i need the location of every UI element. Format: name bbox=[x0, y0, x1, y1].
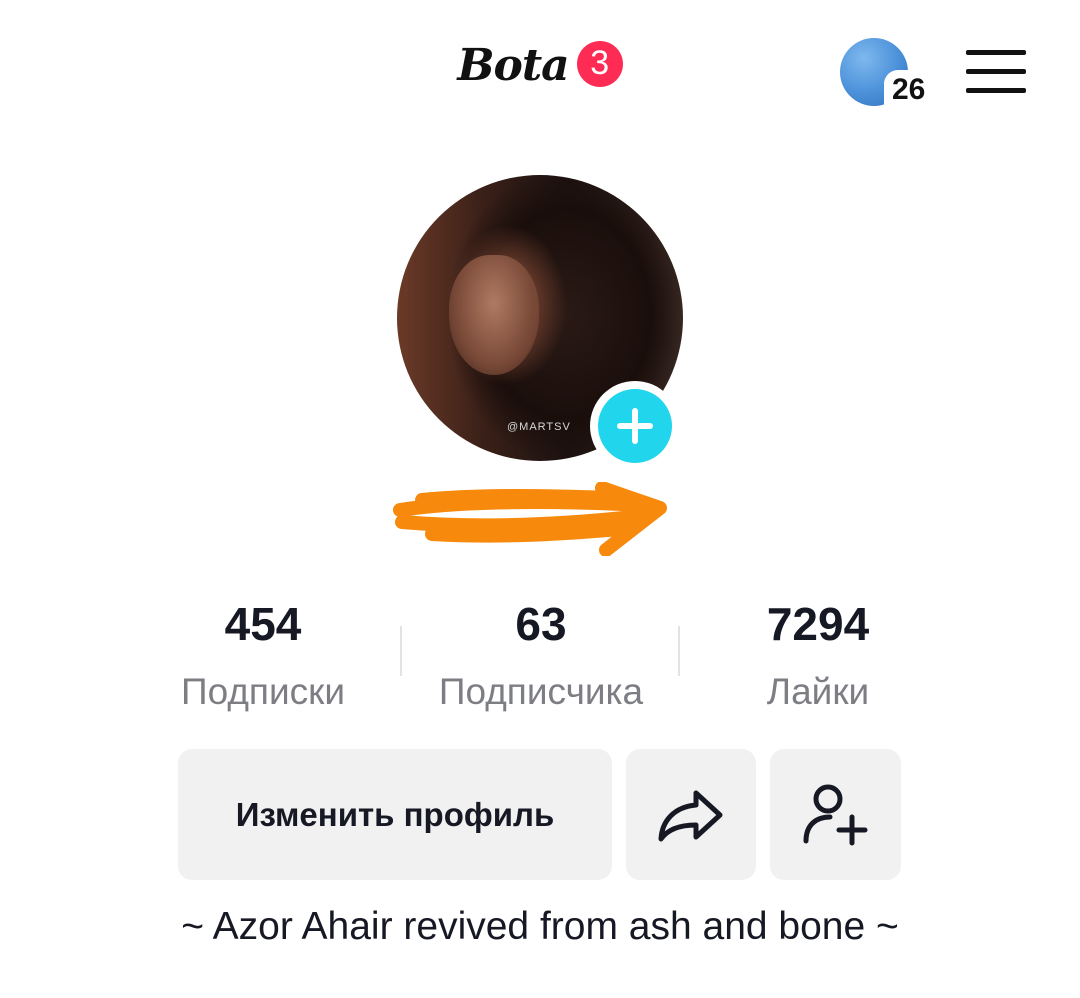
add-photo-button[interactable] bbox=[590, 381, 680, 471]
redacted-nickname-scribble bbox=[393, 482, 667, 556]
hamburger-menu-icon[interactable] bbox=[966, 50, 1026, 94]
add-user-icon bbox=[803, 784, 867, 845]
following-count: 454 bbox=[224, 598, 302, 650]
profile-username-title[interactable]: Bota bbox=[457, 40, 569, 91]
following-label: Подписки bbox=[180, 671, 345, 712]
likes-count: 7294 bbox=[766, 598, 870, 650]
stat-divider bbox=[678, 626, 680, 676]
stat-following[interactable]: 454 Подписки bbox=[133, 596, 393, 716]
stat-divider bbox=[400, 626, 402, 676]
add-friend-button[interactable] bbox=[770, 749, 901, 880]
share-arrow-icon bbox=[658, 790, 723, 841]
stat-likes[interactable]: 7294 Лайки bbox=[688, 596, 948, 716]
share-profile-button[interactable] bbox=[626, 749, 756, 880]
plus-icon bbox=[598, 389, 672, 463]
notification-badge[interactable]: 3 bbox=[576, 40, 623, 87]
stat-followers[interactable]: 63 Подписчика bbox=[411, 596, 671, 716]
edit-profile-button[interactable]: Изменить профиль bbox=[178, 749, 612, 880]
followers-count: 63 bbox=[515, 598, 567, 650]
stories-count-badge: 26 bbox=[884, 70, 932, 110]
likes-label: Лайки bbox=[766, 671, 870, 712]
followers-label: Подписчика bbox=[438, 671, 644, 712]
avatar-watermark: @MARTSV bbox=[507, 421, 571, 433]
avatar-photo-face bbox=[449, 255, 539, 375]
profile-bio: ~ Azor Ahair revived from ash and bone ~ bbox=[181, 905, 899, 948]
